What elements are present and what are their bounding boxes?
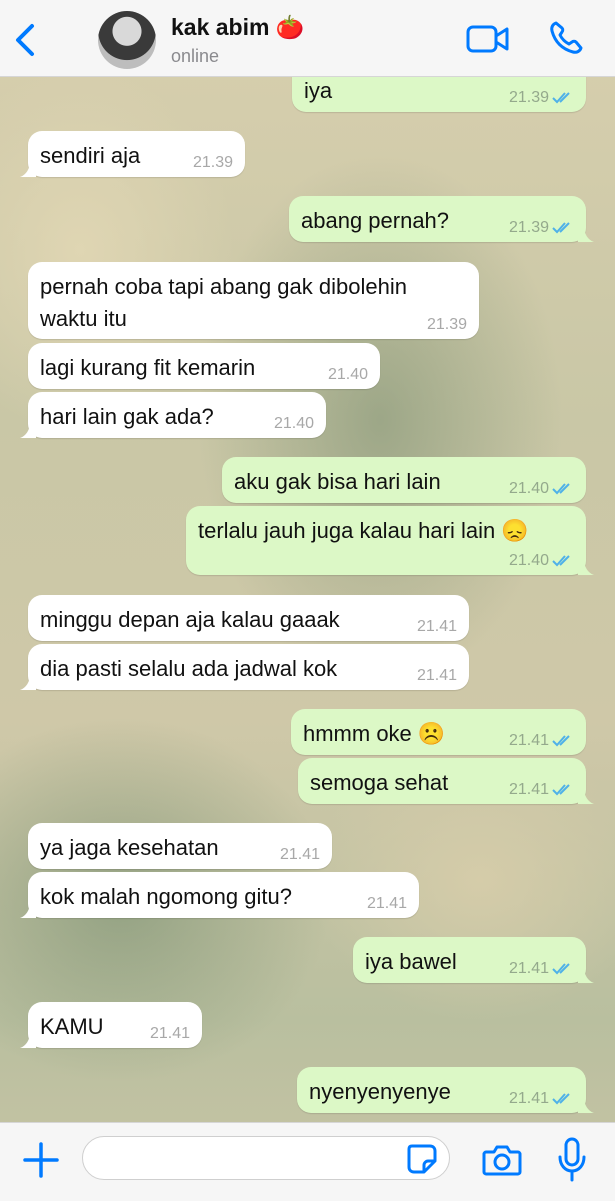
microphone-icon[interactable] [556,1137,588,1183]
message-text: iya bawel [365,949,457,974]
message-text: hmmm oke ☹️ [303,721,446,746]
bubble-tail [20,674,36,690]
message-time: 21.39 [192,154,233,171]
bubble-tail [578,226,594,242]
double-check-icon [552,963,570,975]
message-text: hari lain gak ada? [40,404,214,429]
message-time: 21.41 [508,732,549,749]
double-check-icon [552,92,570,104]
message-time: 21.41 [508,960,549,977]
sticker-icon[interactable] [406,1143,438,1175]
double-check-icon [552,784,570,796]
message-text: nyenyenyenye [309,1079,451,1104]
message-text: ya jaga kesehatan [40,835,219,860]
message-bubble[interactable]: sendiri aja 21.39 [20,131,245,177]
message-bubble[interactable]: aku gak bisa hari lain 21.40 [222,457,586,503]
bubble-tail [578,559,594,575]
avatar[interactable] [98,11,156,69]
message-time: 21.41 [366,895,407,912]
bubble-tail [578,1097,594,1113]
message-bubble[interactable]: dia pasti selalu ada jadwal kok 21.41 [20,644,469,690]
message-text: aku gak bisa hari lain [234,469,441,494]
message-time: 21.41 [279,846,320,863]
message-bubble[interactable]: terlalu jauh juga kalau hari lain 😞 21.4… [186,506,594,575]
message-text: kok malah ngomong gitu? [40,884,292,909]
message-bubble[interactable]: hari lain gak ada? 21.40 [20,392,326,438]
message-bubble[interactable]: iya bawel 21.41 [353,937,594,983]
chat-header: kak abim 🍅 online [0,0,615,77]
message-bubble[interactable]: nyenyenyenye 21.41 [297,1067,594,1113]
double-check-icon [552,735,570,747]
double-check-icon [552,222,570,234]
message-time: 21.41 [149,1025,190,1042]
message-input-bar [0,1122,615,1201]
message-text: lagi kurang fit kemarin [40,355,256,380]
message-time: 21.39 [508,89,549,106]
bubble-tail [578,967,594,983]
phone-icon[interactable] [548,20,584,56]
message-time: 21.41 [508,1090,549,1107]
contact-name[interactable]: kak abim 🍅 [171,14,304,41]
double-check-icon [552,555,570,567]
message-bubble[interactable]: abang pernah? 21.39 [289,196,594,242]
message-text: waktu itu [40,306,127,331]
message-time: 21.40 [508,552,549,569]
message-bubble[interactable]: kok malah ngomong gitu? 21.41 [20,872,419,918]
message-text: pernah coba tapi abang gak dibolehin [40,274,407,299]
camera-icon[interactable] [482,1143,522,1177]
message-time: 21.40 [327,366,368,383]
message-bubble[interactable]: ya jaga kesehatan 21.41 [28,823,332,869]
message-time: 21.40 [508,480,549,497]
plus-icon[interactable] [22,1141,60,1179]
message-text: sendiri aja [40,143,141,168]
contact-status: online [171,46,220,66]
message-input[interactable] [82,1136,450,1180]
bubble-tail [20,161,36,177]
message-bubble[interactable]: KAMU 21.41 [20,1002,202,1048]
message-bubble[interactable]: hmmm oke ☹️ 21.41 [291,709,586,755]
message-text: dia pasti selalu ada jadwal kok [40,656,338,681]
double-check-icon [552,483,570,495]
message-text: terlalu jauh juga kalau hari lain 😞 [198,518,529,543]
bubble-tail [578,788,594,804]
message-time: 21.39 [508,219,549,236]
message-bubble[interactable]: minggu depan aja kalau gaaak 21.41 [28,595,469,641]
double-check-icon [552,1093,570,1105]
message-bubble[interactable]: semoga sehat 21.41 [298,758,594,804]
back-arrow-icon[interactable] [12,22,40,58]
message-time: 21.41 [416,667,457,684]
message-time: 21.40 [273,415,314,432]
message-text: KAMU [40,1014,104,1039]
message-text: abang pernah? [301,208,450,233]
message-text: minggu depan aja kalau gaaak [40,607,340,632]
message-time: 21.41 [416,618,457,635]
video-call-icon[interactable] [466,22,510,56]
bubble-tail [20,902,36,918]
bubble-tail [20,422,36,438]
message-text: iya [304,78,333,103]
bubble-tail [20,1032,36,1048]
message-time: 21.41 [508,781,549,798]
message-bubble[interactable]: pernah coba tapi abang gak dibolehin wak… [28,262,479,339]
message-text: semoga sehat [310,770,449,795]
message-time: 21.39 [426,316,467,333]
message-bubble[interactable]: lagi kurang fit kemarin 21.40 [28,343,380,389]
